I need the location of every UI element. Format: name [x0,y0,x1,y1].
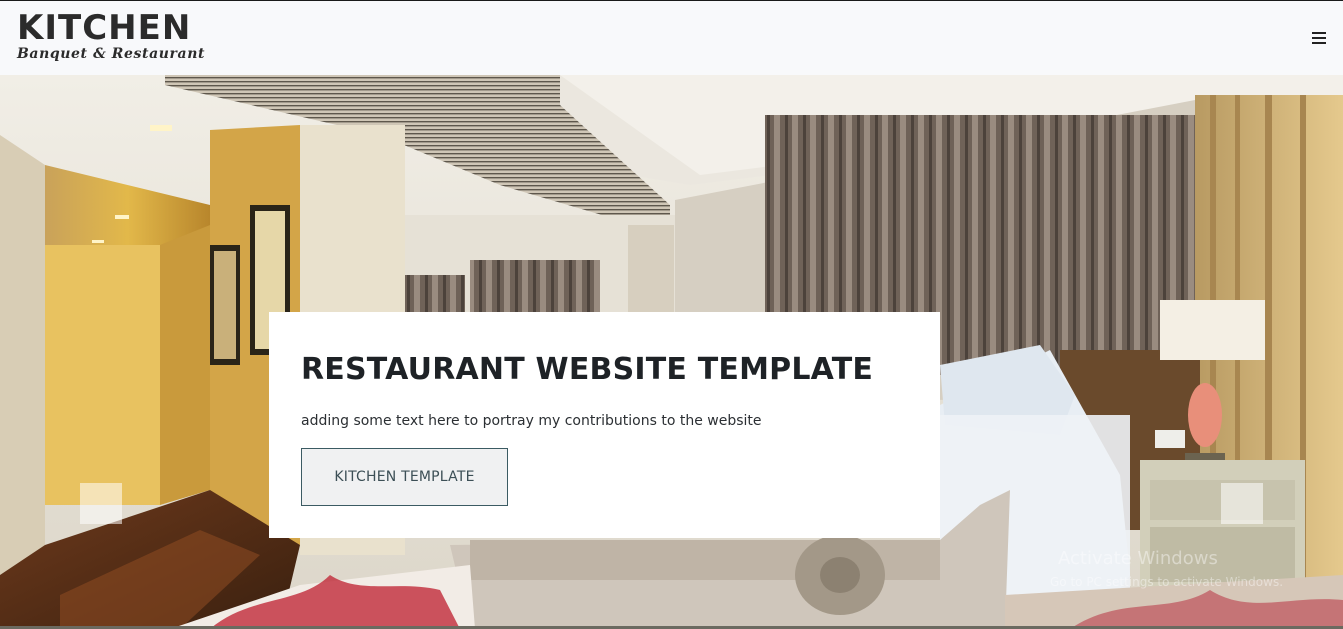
hero-title: RESTAURANT WEBSITE TEMPLATE [301,352,874,387]
carousel-next-control[interactable] [1221,483,1263,524]
hero-text: adding some text here to portray my cont… [301,413,762,429]
hamburger-icon[interactable] [1312,32,1326,45]
logo[interactable]: KITCHEN Banquet & Restaurant [17,11,205,62]
site-header: KITCHEN Banquet & Restaurant [0,0,1343,75]
logo-title: KITCHEN [17,8,192,48]
kitchen-template-button[interactable]: KITCHEN TEMPLATE [301,448,508,506]
carousel-prev-control[interactable] [80,483,122,524]
logo-subtitle: Banquet & Restaurant [17,46,206,62]
hero-caption-card: RESTAURANT WEBSITE TEMPLATE adding some … [269,312,940,538]
watermark-subtitle: Go to PC settings to activate Windows. [1050,575,1284,589]
activate-windows-watermark: Activate Windows Go to PC settings to ac… [1050,548,1283,590]
watermark-title: Activate Windows [1058,548,1218,569]
